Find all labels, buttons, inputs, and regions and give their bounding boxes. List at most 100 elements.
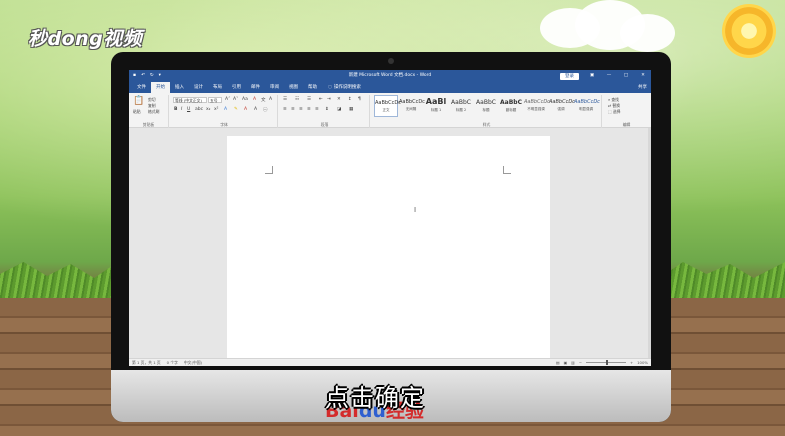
lightbulb-icon: ◌ <box>328 85 332 90</box>
style-subtle-emphasis[interactable]: AaBbCcDc 不明显强调 <box>524 95 550 117</box>
tab-view[interactable]: 视图 <box>284 82 303 93</box>
status-bar: 第 1 页，共 1 页 0 个字 中文(中国) ▤ ▣ ▥ − + 100% <box>129 358 651 366</box>
replace-label: 替换 <box>612 103 620 108</box>
strikethrough-icon[interactable]: abc <box>195 107 203 112</box>
align-center-icon[interactable]: ≡ <box>291 107 295 112</box>
style-heading-1[interactable]: AaBl 标题 1 <box>424 95 448 117</box>
phonetic-guide-icon[interactable]: 文 <box>261 97 266 103</box>
font-group: 等线 (中文正文) 五号 A˄ A˅ Aa A 文 A B I U abc x₂… <box>171 95 278 128</box>
char-shading-icon[interactable]: A <box>254 107 257 112</box>
margin-corner-top-left <box>265 166 273 174</box>
text-cursor-icon: I <box>414 206 417 214</box>
vertical-scrollbar[interactable] <box>648 128 651 358</box>
subscript-icon[interactable]: x₂ <box>206 107 210 112</box>
change-case-icon[interactable]: Aa <box>242 97 248 102</box>
read-mode-icon[interactable]: ▤ <box>556 359 560 366</box>
bold-icon[interactable]: B <box>174 107 177 112</box>
align-left-icon[interactable]: ≡ <box>283 107 287 112</box>
login-button[interactable]: 登录 <box>560 72 579 80</box>
justify-icon[interactable]: ≡ <box>307 107 311 112</box>
sort-icon[interactable]: ↕ <box>348 97 352 102</box>
editing-group: ⌕ 查找 ⇄ 替换 ⬚ 选择 编辑 <box>604 95 649 128</box>
document-area: I <box>129 128 651 358</box>
zoom-slider-knob[interactable] <box>605 360 608 365</box>
highlight-icon[interactable]: ✎ <box>234 107 238 112</box>
webcam-icon <box>388 58 394 64</box>
style-heading-2[interactable]: AaBbC 标题 2 <box>449 95 473 117</box>
increase-indent-icon[interactable]: ⇥ <box>327 97 331 102</box>
tab-insert[interactable]: 插入 <box>170 82 189 93</box>
numbering-icon[interactable]: ☷ <box>295 97 299 102</box>
zoom-in-icon[interactable]: + <box>630 359 633 366</box>
title-bar: ▪ ↶ ↻ ▾ 新建 Microsoft Word 文档.docx - Word… <box>129 70 651 82</box>
ribbon: 📋 粘贴 剪切 复制 格式刷 剪贴板 等线 (中文正文) 五号 A˄ A˅ Aa… <box>129 93 651 128</box>
char-border-icon[interactable]: A <box>269 97 272 102</box>
format-painter-button[interactable]: 格式刷 <box>148 109 159 115</box>
font-size-select[interactable]: 五号 <box>208 97 222 103</box>
zoom-level[interactable]: 100% <box>637 359 648 366</box>
decrease-indent-icon[interactable]: ⇤ <box>319 97 323 102</box>
tell-me-search[interactable]: ◌ 操作说明搜索 <box>322 82 361 93</box>
font-name-select[interactable]: 等线 (中文正文) <box>173 97 207 103</box>
tab-layout[interactable]: 布局 <box>208 82 227 93</box>
font-color-icon[interactable]: A <box>244 107 247 112</box>
zoom-slider[interactable] <box>585 360 626 365</box>
align-right-icon[interactable]: ≡ <box>299 107 303 112</box>
tab-review[interactable]: 审阅 <box>265 82 284 93</box>
language-indicator[interactable]: 中文(中国) <box>184 359 202 366</box>
select-label: 选择 <box>612 109 621 114</box>
tab-references[interactable]: 引用 <box>227 82 246 93</box>
italic-icon[interactable]: I <box>181 107 182 112</box>
search-icon: ⌕ <box>608 97 611 102</box>
replace-icon: ⇄ <box>608 103 612 108</box>
tab-design[interactable]: 设计 <box>189 82 208 93</box>
maximize-icon[interactable]: □ <box>622 70 630 82</box>
borders-icon[interactable]: ▦ <box>349 107 353 112</box>
page-count[interactable]: 第 1 页，共 1 页 <box>132 359 161 366</box>
minimize-icon[interactable]: — <box>605 70 613 82</box>
tell-me-label: 操作说明搜索 <box>333 85 361 90</box>
web-layout-icon[interactable]: ▥ <box>571 359 575 366</box>
paragraph-group: ☰ ☷ ☰ ⇤ ⇥ ✕ ↕ ¶ ≡ ≡ ≡ ≡ ≡ ↨ ◪ ▦ 段落 <box>280 95 370 128</box>
style-no-spacing[interactable]: AaBbCcDc 无间隔 <box>399 95 425 117</box>
show-marks-icon[interactable]: ¶ <box>358 97 361 102</box>
enclose-char-icon[interactable]: ㊀ <box>263 107 268 113</box>
find-label: 查找 <box>611 97 619 102</box>
select-icon: ⬚ <box>608 109 612 114</box>
underline-icon[interactable]: U <box>187 107 190 112</box>
close-icon[interactable]: ✕ <box>639 70 647 82</box>
style-emphasis[interactable]: AaBbCcDc 强调 <box>549 95 575 117</box>
text-effects-icon[interactable]: A <box>224 107 227 112</box>
multilevel-list-icon[interactable]: ☰ <box>307 97 311 102</box>
chinese-layout-icon[interactable]: ✕ <box>337 97 341 102</box>
superscript-icon[interactable]: x² <box>214 107 218 112</box>
select-button[interactable]: ⬚ 选择 <box>608 109 620 115</box>
word-window: ▪ ↶ ↻ ▾ 新建 Microsoft Word 文档.docx - Word… <box>129 70 651 366</box>
zoom-out-icon[interactable]: − <box>579 359 582 366</box>
style-subtitle[interactable]: AaBbC 副标题 <box>499 95 523 117</box>
line-spacing-icon[interactable]: ↨ <box>325 107 329 112</box>
share-button[interactable]: 共享 <box>638 82 647 93</box>
tab-mailings[interactable]: 邮件 <box>246 82 265 93</box>
tab-home[interactable]: 开始 <box>151 82 170 93</box>
style-intense-emphasis[interactable]: AaBbCcDc 明显强调 <box>574 95 600 117</box>
document-page[interactable]: I <box>227 136 550 358</box>
video-subtitle: 点击确定 <box>325 384 425 412</box>
style-title[interactable]: AaBbC 标题 <box>474 95 498 117</box>
distributed-icon[interactable]: ≡ <box>315 107 319 112</box>
tab-help[interactable]: 帮助 <box>303 82 322 93</box>
clear-format-icon[interactable]: A <box>253 97 256 102</box>
paste-icon[interactable]: 📋 <box>133 96 144 106</box>
clipboard-group: 📋 粘贴 剪切 复制 格式刷 剪贴板 <box>129 95 169 128</box>
shading-icon[interactable]: ◪ <box>337 107 341 112</box>
word-count[interactable]: 0 个字 <box>167 359 178 366</box>
bullets-icon[interactable]: ☰ <box>283 97 287 102</box>
ribbon-display-options-icon[interactable]: ▣ <box>588 70 596 82</box>
shrink-font-icon[interactable]: A˅ <box>233 97 238 102</box>
brand-logo: 秒dong视频 <box>28 28 143 50</box>
paste-label[interactable]: 粘贴 <box>133 109 141 115</box>
tab-file[interactable]: 文件 <box>132 82 151 93</box>
style-normal[interactable]: AaBbCcDc 正文 <box>374 95 401 117</box>
print-layout-icon[interactable]: ▣ <box>564 359 568 366</box>
grow-font-icon[interactable]: A˄ <box>225 97 230 102</box>
